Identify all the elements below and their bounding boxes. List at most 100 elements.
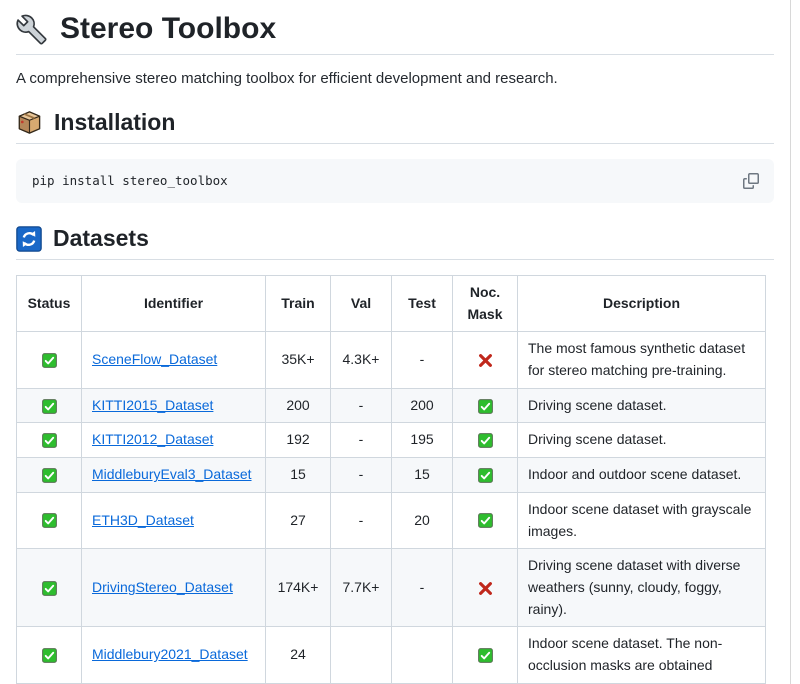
copy-button[interactable] — [737, 167, 765, 195]
install-code-block: pip install stereo_toolbox — [16, 159, 774, 203]
table-row: KITTI2015_Dataset 200 - 200 Driving scen… — [17, 388, 766, 423]
status-cell — [17, 423, 82, 458]
status-cell — [17, 388, 82, 423]
page-description: A comprehensive stereo matching toolbox … — [16, 70, 774, 87]
noc-mask-cell — [453, 627, 518, 683]
noc-mask-cell — [453, 423, 518, 458]
test-cell: 200 — [392, 388, 453, 423]
copy-icon — [743, 173, 759, 189]
description-cell: Driving scene dataset with diverse weath… — [518, 549, 766, 627]
check-icon — [478, 399, 493, 414]
check-icon — [478, 648, 493, 663]
val-cell: - — [331, 492, 392, 548]
dataset-link[interactable]: KITTI2015_Dataset — [92, 397, 213, 413]
test-cell: 195 — [392, 423, 453, 458]
noc-mask-cell — [453, 492, 518, 548]
status-cell — [17, 549, 82, 627]
val-cell: - — [331, 423, 392, 458]
check-icon — [478, 513, 493, 528]
noc-mask-cell — [453, 458, 518, 493]
train-cell: 24 — [266, 627, 331, 683]
description-cell: Indoor scene dataset with grayscale imag… — [518, 492, 766, 548]
dataset-link[interactable]: MiddleburyEval3_Dataset — [92, 466, 252, 482]
identifier-cell: KITTI2015_Dataset — [82, 388, 266, 423]
page-title-text: Stereo Toolbox — [60, 12, 276, 46]
table-header-row: Status Identifier Train Val Test Noc. Ma… — [17, 276, 766, 332]
train-cell: 15 — [266, 458, 331, 493]
status-cell — [17, 492, 82, 548]
installation-heading: Installation — [16, 109, 774, 144]
header-noc-mask: Noc. Mask — [453, 276, 518, 332]
dataset-link[interactable]: ETH3D_Dataset — [92, 512, 194, 528]
header-identifier: Identifier — [82, 276, 266, 332]
datasets-table: Status Identifier Train Val Test Noc. Ma… — [16, 275, 766, 684]
train-cell: 27 — [266, 492, 331, 548]
package-icon — [16, 109, 43, 136]
table-row: ETH3D_Dataset 27 - 20 Indoor scene datas… — [17, 492, 766, 548]
train-cell: 192 — [266, 423, 331, 458]
table-row: Middlebury2021_Dataset 24 Indoor scene d… — [17, 627, 766, 683]
page-title: Stereo Toolbox — [16, 12, 774, 55]
identifier-cell: DrivingStereo_Dataset — [82, 549, 266, 627]
refresh-icon — [16, 226, 42, 252]
install-command[interactable]: pip install stereo_toolbox — [32, 173, 228, 188]
noc-mask-cell — [453, 549, 518, 627]
check-icon — [42, 581, 57, 596]
status-cell — [17, 332, 82, 388]
header-val: Val — [331, 276, 392, 332]
check-icon — [478, 468, 493, 483]
dataset-link[interactable]: Middlebury2021_Dataset — [92, 646, 248, 662]
noc-mask-cell — [453, 388, 518, 423]
test-cell: 15 — [392, 458, 453, 493]
identifier-cell: ETH3D_Dataset — [82, 492, 266, 548]
test-cell: - — [392, 549, 453, 627]
header-status: Status — [17, 276, 82, 332]
check-icon — [42, 353, 57, 368]
table-row: SceneFlow_Dataset 35K+ 4.3K+ - The most … — [17, 332, 766, 388]
check-icon — [42, 468, 57, 483]
header-train: Train — [266, 276, 331, 332]
wrench-icon — [16, 14, 47, 45]
description-cell: Indoor scene dataset. The non-occlusion … — [518, 627, 766, 683]
datasets-heading: Datasets — [16, 225, 774, 260]
check-icon — [478, 433, 493, 448]
table-row: KITTI2012_Dataset 192 - 195 Driving scen… — [17, 423, 766, 458]
description-cell: Driving scene dataset. — [518, 388, 766, 423]
train-cell: 35K+ — [266, 332, 331, 388]
dataset-link[interactable]: KITTI2012_Dataset — [92, 431, 213, 447]
check-icon — [42, 433, 57, 448]
cross-icon — [478, 353, 493, 368]
test-cell: 20 — [392, 492, 453, 548]
val-cell — [331, 627, 392, 683]
header-test: Test — [392, 276, 453, 332]
val-cell: - — [331, 388, 392, 423]
noc-mask-cell — [453, 332, 518, 388]
val-cell: 4.3K+ — [331, 332, 392, 388]
description-cell: Driving scene dataset. — [518, 423, 766, 458]
description-cell: The most famous synthetic dataset for st… — [518, 332, 766, 388]
description-cell: Indoor and outdoor scene dataset. — [518, 458, 766, 493]
identifier-cell: MiddleburyEval3_Dataset — [82, 458, 266, 493]
readme-page: Stereo Toolbox A comprehensive stereo ma… — [0, 0, 791, 684]
status-cell — [17, 627, 82, 683]
identifier-cell: KITTI2012_Dataset — [82, 423, 266, 458]
train-cell: 200 — [266, 388, 331, 423]
test-cell: - — [392, 332, 453, 388]
identifier-cell: SceneFlow_Dataset — [82, 332, 266, 388]
installation-heading-text: Installation — [54, 109, 175, 136]
datasets-table-body: SceneFlow_Dataset 35K+ 4.3K+ - The most … — [17, 332, 766, 683]
identifier-cell: Middlebury2021_Dataset — [82, 627, 266, 683]
datasets-heading-text: Datasets — [53, 225, 149, 252]
check-icon — [42, 648, 57, 663]
table-row: DrivingStereo_Dataset 174K+ 7.7K+ - Driv… — [17, 549, 766, 627]
dataset-link[interactable]: SceneFlow_Dataset — [92, 351, 217, 367]
val-cell: 7.7K+ — [331, 549, 392, 627]
dataset-link[interactable]: DrivingStereo_Dataset — [92, 579, 233, 595]
table-row: MiddleburyEval3_Dataset 15 - 15 Indoor a… — [17, 458, 766, 493]
header-description: Description — [518, 276, 766, 332]
check-icon — [42, 513, 57, 528]
train-cell: 174K+ — [266, 549, 331, 627]
val-cell: - — [331, 458, 392, 493]
status-cell — [17, 458, 82, 493]
cross-icon — [478, 581, 493, 596]
